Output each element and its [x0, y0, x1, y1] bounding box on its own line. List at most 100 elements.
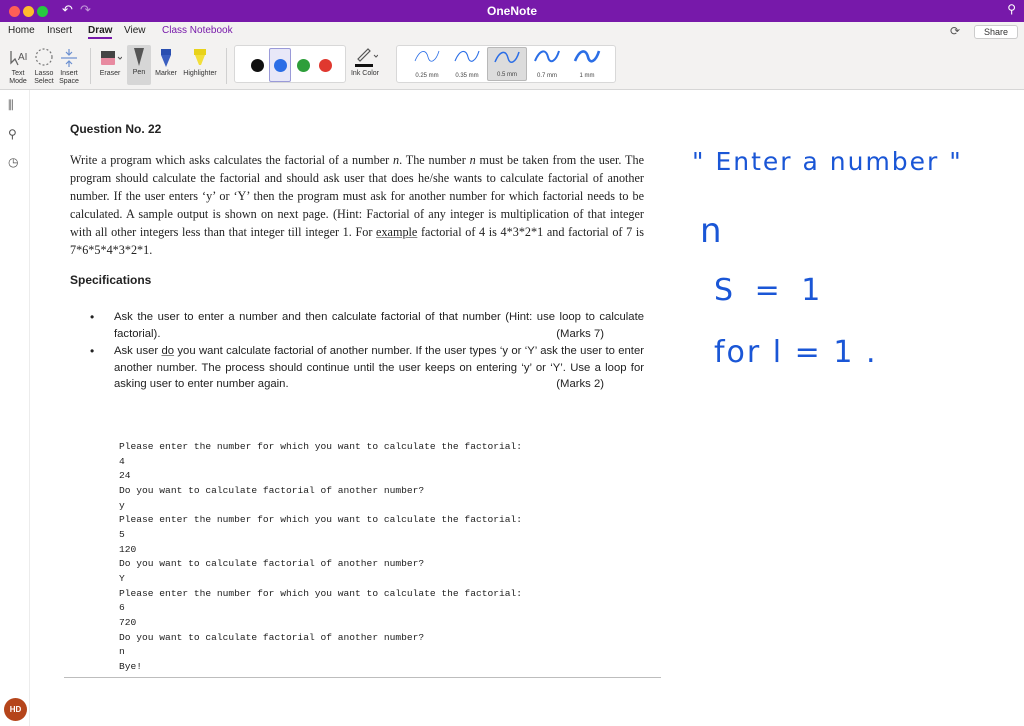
ink-text-n: n — [700, 211, 722, 251]
insert-space-label: Insert Space — [59, 70, 79, 85]
question-title: Question No. 22 — [70, 122, 162, 136]
output-line: Please enter the number for which you wa… — [119, 587, 523, 599]
window-title: OneNote — [486, 4, 537, 18]
ink-text-for-loop: for l = 1 . — [714, 335, 878, 370]
output-line: Do you want to calculate factorial of an… — [119, 631, 425, 643]
lasso-icon — [32, 46, 56, 70]
highlighter-label: Highlighter — [183, 70, 217, 77]
share-button[interactable]: Share — [974, 25, 1018, 39]
output-line: Do you want to calculate factorial of an… — [119, 484, 425, 496]
text-mode-button[interactable]: AI Text Mode — [5, 46, 31, 86]
specifications-title: Specifications — [70, 273, 152, 287]
output-line: Y — [119, 572, 125, 584]
thickness-label: 0.25 mm — [415, 73, 439, 79]
thickness-label: 0.5 mm — [496, 72, 517, 78]
tab-view[interactable]: View — [124, 25, 146, 36]
handwritten-ink[interactable]: " Enter a number " n S = 1 for l = 1 . — [670, 100, 1010, 400]
ink-color-icon — [348, 46, 382, 70]
tab-home[interactable]: Home — [8, 25, 35, 36]
lasso-select-label: Lasso Select — [34, 70, 54, 85]
pen-color-palette — [234, 45, 346, 83]
output-line: 120 — [119, 543, 137, 555]
pen-label: Pen — [132, 69, 146, 76]
eraser-label: Eraser — [99, 70, 121, 77]
color-swatch-red[interactable] — [319, 59, 332, 72]
eraser-icon — [96, 46, 124, 70]
left-sidebar: ⫼ ⚲ ◷ — [0, 90, 30, 726]
marker-label: Marker — [155, 70, 177, 77]
thickness-option-selected[interactable]: 0.5 mm — [487, 47, 527, 81]
text-cursor-icon: AI — [5, 46, 31, 70]
underlined-word: example — [376, 224, 418, 239]
bullet-text: Ask user — [114, 345, 162, 357]
ink-text-enter-a-number: " Enter a number " — [692, 147, 963, 176]
svg-text:AI: AI — [18, 52, 27, 63]
output-line: Please enter the number for which you wa… — [119, 514, 523, 526]
thickness-label: 1 mm — [579, 73, 595, 79]
notebooks-icon[interactable]: ⫼ — [8, 98, 14, 113]
eraser-button[interactable]: Eraser — [96, 46, 124, 78]
marks-label: (Marks 2) — [556, 378, 604, 390]
ink-text-s-equals-1: S = 1 — [714, 273, 826, 308]
tab-class-notebook[interactable]: Class Notebook — [162, 25, 233, 36]
list-item: Ask user do you want calculate factorial… — [90, 343, 644, 393]
tab-insert[interactable]: Insert — [47, 25, 72, 36]
output-line: Please enter the number for which you wa… — [119, 441, 523, 452]
marker-icon — [153, 46, 179, 70]
specifications-list: Ask the user to enter a number and then … — [90, 309, 644, 394]
ribbon-tabs: Home Insert Draw View Class Notebook ⟳ S… — [0, 22, 1024, 42]
output-line: 5 — [119, 528, 125, 540]
color-swatch-black[interactable] — [251, 59, 264, 72]
stroke-thick-icon — [534, 50, 560, 63]
stroke-medium-icon — [494, 51, 520, 63]
text-mode-label: Text Mode — [9, 70, 27, 85]
output-line: 4 — [119, 455, 125, 467]
stroke-thick-icon — [573, 50, 601, 63]
thickness-option[interactable]: 0.7 mm — [527, 47, 567, 81]
thickness-option[interactable]: 1 mm — [567, 47, 607, 81]
ribbon-divider — [226, 48, 227, 84]
highlighter-button[interactable]: Highlighter — [181, 46, 219, 78]
output-line: 720 — [119, 616, 137, 628]
marker-button[interactable]: Marker — [153, 46, 179, 78]
underlined-word: do — [161, 345, 175, 357]
thickness-label: 0.35 mm — [455, 73, 479, 79]
draw-ribbon: AI Text Mode Lasso Select Insert Space E… — [0, 42, 1024, 90]
lasso-select-button[interactable]: Lasso Select — [32, 46, 56, 86]
color-swatch-green[interactable] — [297, 59, 310, 72]
insert-space-button[interactable]: Insert Space — [57, 46, 81, 86]
thickness-label: 0.7 mm — [536, 73, 557, 79]
output-line: Do you want to calculate factorial of an… — [119, 558, 425, 570]
output-line: Bye! — [119, 660, 143, 672]
question-text: Write a program which asks calculates th… — [70, 153, 394, 167]
output-line: 6 — [119, 602, 125, 614]
sample-output: Please enter the number for which you wa… — [119, 440, 522, 675]
ink-color-label: Ink Color — [350, 70, 379, 77]
page-divider — [64, 677, 661, 678]
tab-draw[interactable]: Draw — [88, 25, 113, 39]
share-people-icon[interactable]: ⚲ — [1007, 2, 1016, 16]
output-line: n — [119, 646, 125, 658]
stroke-thin-icon — [414, 50, 440, 62]
share-label: Share — [983, 27, 1009, 37]
avatar[interactable]: HD — [4, 698, 27, 721]
thickness-option[interactable]: 0.35 mm — [447, 47, 487, 81]
ink-color-button[interactable]: Ink Color — [348, 46, 382, 78]
pen-icon — [127, 45, 151, 69]
marks-label: (Marks 7) — [556, 327, 604, 340]
ribbon-divider — [90, 48, 91, 84]
output-line: 24 — [119, 470, 131, 482]
search-icon[interactable]: ⚲ — [8, 127, 17, 141]
list-item: Ask the user to enter a number and then … — [90, 309, 644, 342]
color-swatch-blue[interactable] — [274, 59, 287, 72]
output-line: y — [119, 499, 125, 511]
highlighter-icon — [181, 46, 219, 70]
stroke-thin-icon — [454, 50, 480, 62]
recent-clock-icon[interactable]: ◷ — [8, 155, 18, 169]
sync-icon[interactable]: ⟳ — [950, 24, 960, 38]
pen-button[interactable]: Pen — [127, 45, 151, 85]
thickness-option[interactable]: 0.25 mm — [407, 47, 447, 81]
question-paragraph: Write a program which asks calculates th… — [70, 152, 644, 259]
pen-thickness-palette: 0.25 mm 0.35 mm 0.5 mm 0.7 mm 1 mm — [396, 45, 616, 83]
title-bar: ↶ ↷ OneNote ⚲ — [0, 0, 1024, 22]
